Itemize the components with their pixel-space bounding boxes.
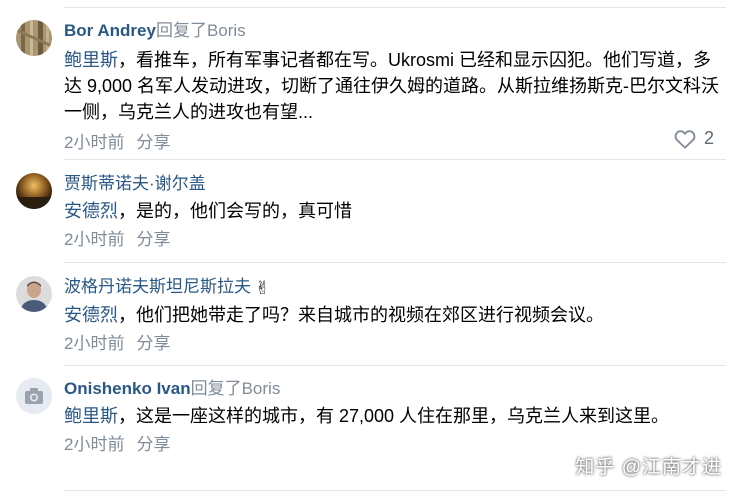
- comment-divider: [64, 159, 726, 160]
- comment-divider: [64, 262, 726, 263]
- comment-meta: 2小时前 分享: [64, 333, 726, 355]
- comment-body: ，这是一座这样的城市，有 27,000 人住在那里，乌克兰人来到这里。: [118, 406, 670, 426]
- avatar[interactable]: [16, 20, 52, 56]
- timestamp[interactable]: 2小时前: [64, 230, 124, 249]
- author-name[interactable]: Onishenko Ivan: [64, 379, 191, 398]
- reply-to-name[interactable]: Boris: [207, 21, 246, 40]
- share-button[interactable]: 分享: [136, 435, 170, 454]
- top-divider: [64, 7, 726, 8]
- avatar[interactable]: [16, 173, 52, 209]
- comment-divider: [64, 365, 726, 366]
- share-button[interactable]: 分享: [136, 334, 170, 353]
- timestamp[interactable]: 2小时前: [64, 334, 124, 353]
- timestamp[interactable]: 2小时前: [64, 133, 124, 152]
- comment-header: Onishenko Ivan回复了Boris: [64, 378, 726, 400]
- author-name[interactable]: Bor Andrey: [64, 21, 156, 40]
- comment-body: ，看推车，所有军事记者都在写。Ukrosmi 已经和显示囚犯。他们写道，多达 9…: [64, 50, 720, 122]
- author-name[interactable]: 贾斯蒂诺夫·谢尔盖: [64, 174, 206, 193]
- author-name[interactable]: 波格丹诺夫斯坦尼斯拉夫: [64, 277, 251, 296]
- comment-text: 鲍里斯，这是一座这样的城市，有 27,000 人住在那里，乌克兰人来到这里。: [64, 403, 684, 429]
- comment-text: 鲍里斯，看推车，所有军事记者都在写。Ukrosmi 已经和显示囚犯。他们写道，多…: [64, 47, 726, 125]
- like-count: 2: [703, 128, 714, 148]
- comment-header: Bor Andrey回复了Boris: [64, 20, 726, 42]
- comment-header: 贾斯蒂诺夫·谢尔盖: [64, 173, 726, 195]
- comment-body: ，是的，他们会写的，真可惜: [118, 201, 352, 221]
- comment-meta: 2小时前 分享: [64, 132, 726, 154]
- avatar[interactable]: [16, 276, 52, 312]
- comment-text: 安德烈，是的，他们会写的，真可惜: [64, 198, 726, 224]
- mention-link[interactable]: 鲍里斯: [64, 406, 118, 426]
- victory-hand-icon: ✌: [255, 278, 271, 298]
- mention-link[interactable]: 安德烈: [64, 201, 118, 221]
- share-button[interactable]: 分享: [136, 133, 170, 152]
- comment-divider: [64, 490, 726, 491]
- comment-body: ，他们把她带走了吗？来自城市的视频在郊区进行视频会议。: [118, 305, 604, 325]
- reply-to-name[interactable]: Boris: [242, 379, 281, 398]
- reply-label: 回复了: [190, 379, 242, 398]
- avatar[interactable]: [16, 378, 52, 414]
- share-button[interactable]: 分享: [136, 230, 170, 249]
- watermark: 知乎 @江南才进: [575, 457, 722, 478]
- timestamp[interactable]: 2小时前: [64, 435, 124, 454]
- mention-link[interactable]: 鲍里斯: [64, 50, 118, 70]
- like-button[interactable]: 2: [674, 128, 714, 149]
- reply-label: 回复了: [155, 21, 207, 40]
- comment-meta: 2小时前 分享: [64, 229, 726, 251]
- comment-text: 安德烈，他们把她带走了吗？来自城市的视频在郊区进行视频会议。: [64, 302, 726, 328]
- comment-header: 波格丹诺夫斯坦尼斯拉夫 ✌: [64, 276, 726, 299]
- heart-icon: [674, 129, 696, 149]
- mention-link[interactable]: 安德烈: [64, 305, 118, 325]
